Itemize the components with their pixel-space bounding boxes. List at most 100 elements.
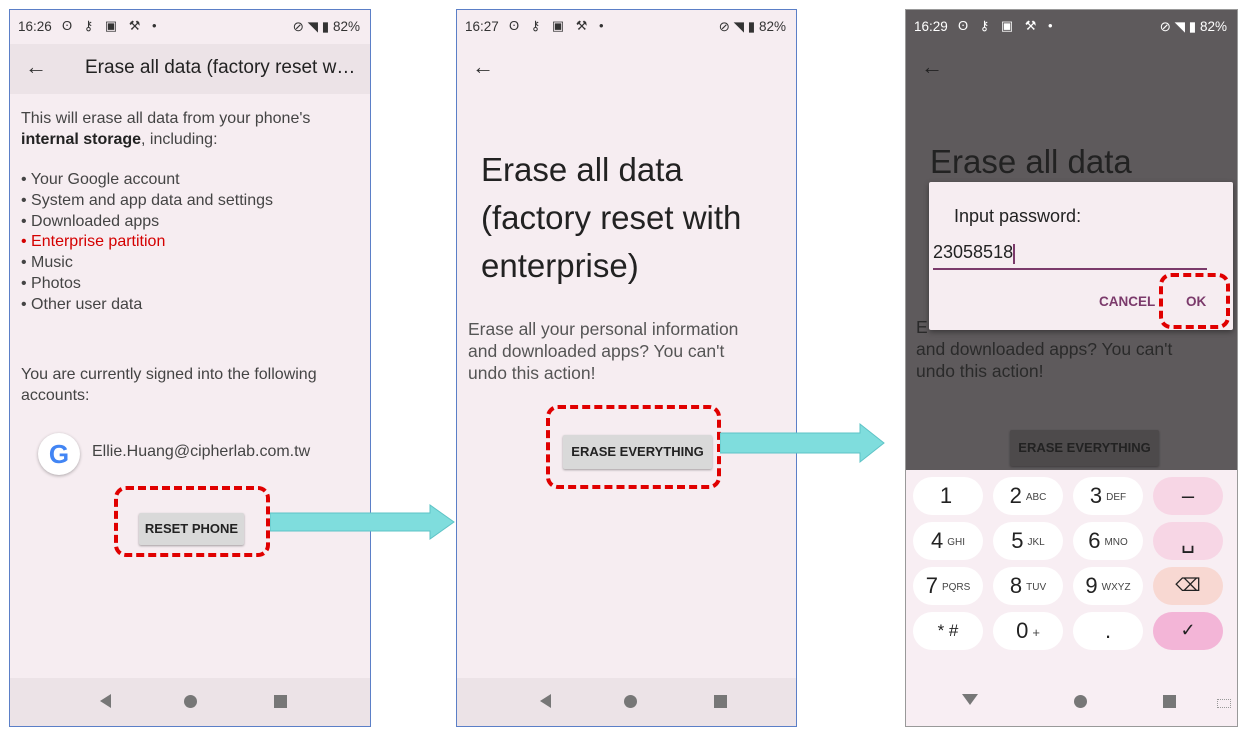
list-item: • Photos	[21, 274, 81, 292]
phone-screen-reset-options: 16:26 ʘ ⚷ ▣ ⚒ • ⊘ ◥ ▮ 82% ← Erase all da…	[9, 9, 371, 727]
nav-back-icon[interactable]	[100, 694, 111, 708]
accounts-notice: You are currently signed into the follow…	[21, 364, 370, 406]
key-letters: JKL	[1027, 536, 1045, 548]
key-minus[interactable]: –	[1153, 477, 1223, 515]
key-3[interactable]: 3 DEF	[1073, 477, 1143, 515]
key-digit: 8	[1009, 573, 1023, 598]
key-letters: DEF	[1106, 491, 1127, 503]
key-letters: TUV	[1026, 581, 1047, 593]
battery-status: ⊘ ◥ ▮ 82%	[1159, 19, 1227, 34]
account-email: Ellie.Huang@cipherlab.com.tw	[92, 443, 311, 460]
key-digit: 9	[1085, 573, 1098, 598]
flow-arrow-1	[270, 504, 455, 540]
key-4[interactable]: 4 GHI	[913, 522, 983, 560]
password-input[interactable]: 23058518	[933, 242, 1207, 270]
battery-status: ⊘ ◥ ▮ 82%	[292, 19, 360, 34]
app-bar: ←	[906, 44, 1237, 94]
account-row: G Ellie.Huang@cipherlab.com.tw	[38, 433, 358, 477]
key-digit: 2	[1009, 483, 1022, 508]
highlight-ok-button	[1159, 273, 1230, 329]
intro-line-2-rest: , including:	[141, 131, 218, 148]
nav-hide-keyboard-icon[interactable]	[962, 694, 978, 705]
key-letters: MNO	[1104, 536, 1128, 548]
checkmark-icon: ✓	[1180, 620, 1196, 640]
minus-icon: –	[1181, 483, 1195, 508]
nav-recents-icon[interactable]	[714, 695, 727, 708]
key-digit: 0	[1016, 618, 1029, 643]
back-arrow-icon[interactable]: ←	[472, 54, 494, 80]
nav-home-icon[interactable]	[624, 695, 637, 708]
status-time: 16:29	[914, 19, 948, 34]
app-bar: ← Erase all data (factory reset w…	[10, 44, 370, 94]
numeric-keypad: 1 2 ABC 3 DEF – 4 GHI 5 JKL 6 MNO ␣ 7 PQRS 8 TU…	[906, 470, 1237, 726]
erase-warning: Erase all your personal information and …	[468, 318, 738, 384]
navigation-bar	[10, 678, 370, 726]
key-1[interactable]: 1	[913, 477, 983, 515]
key-backspace[interactable]: ⌫	[1153, 567, 1223, 605]
battery-status: ⊘ ◥ ▮ 82%	[718, 19, 786, 34]
navigation-bar	[457, 678, 796, 726]
notification-icons: ʘ ⚷ ▣ ⚒ •	[62, 18, 161, 33]
dialog-title: Input password:	[954, 206, 1082, 226]
key-8[interactable]: 8 TUV	[993, 567, 1063, 605]
heading-line: enterprise)	[481, 247, 639, 284]
key-6[interactable]: 6 MNO	[1073, 522, 1143, 560]
key-star-hash[interactable]: * #	[913, 612, 983, 650]
list-item: • Your Google account	[21, 171, 180, 188]
internal-storage-label: internal storage	[21, 131, 142, 148]
key-letters: PQRS	[941, 581, 971, 593]
back-arrow-icon[interactable]: ←	[921, 54, 943, 80]
erase-everything-button[interactable]: ERASE EVERYTHING	[1010, 430, 1159, 466]
erase-items-list: • Your Google account • System and app d…	[21, 170, 273, 316]
notification-icons: ʘ ⚷ ▣ ⚒ •	[509, 18, 608, 33]
list-item: • Downloaded apps	[21, 212, 160, 230]
key-done[interactable]: ✓	[1153, 612, 1223, 650]
backspace-icon: ⌫	[1175, 575, 1201, 595]
key-digit: 4	[930, 528, 944, 553]
warning-line: Erase all your personal information	[468, 319, 739, 339]
key-2[interactable]: 2 ABC	[993, 477, 1063, 515]
space-icon: ␣	[1181, 528, 1195, 553]
dialog-cancel-button[interactable]: CANCEL	[1099, 294, 1155, 309]
list-item: • Music	[21, 254, 73, 272]
nav-recents-icon[interactable]	[274, 695, 287, 708]
accounts-notice-line-1: You are currently signed into the follow…	[21, 366, 317, 383]
phone-screen-erase-confirm: 16:27 ʘ ⚷ ▣ ⚒ • ⊘ ◥ ▮ 82% ← Erase all da…	[456, 9, 797, 727]
google-logo-letter: G	[48, 439, 70, 469]
nav-home-icon[interactable]	[1074, 695, 1087, 708]
key-0[interactable]: 0 +	[993, 612, 1063, 650]
warning-line: and downloaded apps? You can't	[468, 341, 725, 361]
key-digit: 7	[925, 573, 938, 598]
erase-heading: Erase all data (factory reset with enter…	[481, 146, 741, 290]
status-bar: 16:27 ʘ ⚷ ▣ ⚒ • ⊘ ◥ ▮ 82%	[457, 10, 796, 44]
key-digit: 1	[939, 483, 953, 508]
intro-line-2: internal storage, including:	[21, 129, 366, 150]
status-bar: 16:26 ʘ ⚷ ▣ ⚒ • ⊘ ◥ ▮ 82%	[10, 10, 370, 44]
nav-recents-icon[interactable]	[1163, 695, 1176, 708]
warning-line: and downloaded apps? You can't	[916, 339, 1173, 359]
key-digit: * #	[937, 621, 959, 640]
back-arrow-icon[interactable]: ←	[25, 54, 47, 80]
key-digit: 5	[1011, 528, 1024, 553]
nav-home-icon[interactable]	[184, 695, 197, 708]
app-bar: ←	[457, 44, 796, 94]
key-dot[interactable]: .	[1073, 612, 1143, 650]
flow-arrow-2	[720, 422, 885, 464]
accounts-notice-line-2: accounts:	[21, 387, 90, 404]
key-digit: 6	[1088, 528, 1101, 553]
highlight-reset-button	[114, 486, 270, 557]
key-space[interactable]: ␣	[1153, 522, 1223, 560]
key-digit: 3	[1089, 483, 1103, 508]
nav-back-icon[interactable]	[540, 694, 551, 708]
key-letters: GHI	[947, 536, 966, 548]
key-5[interactable]: 5 JKL	[993, 522, 1063, 560]
text-cursor	[1013, 243, 1016, 264]
status-time: 16:26	[18, 19, 52, 34]
page-title: Erase all data (factory reset w…	[85, 57, 356, 78]
key-7[interactable]: 7 PQRS	[913, 567, 983, 605]
key-9[interactable]: 9 WXYZ	[1073, 567, 1143, 605]
status-time: 16:27	[465, 19, 499, 34]
password-value: 23058518	[933, 242, 1014, 262]
keyboard-switch-icon[interactable]	[1217, 699, 1231, 708]
list-item: • Other user data	[21, 295, 143, 313]
